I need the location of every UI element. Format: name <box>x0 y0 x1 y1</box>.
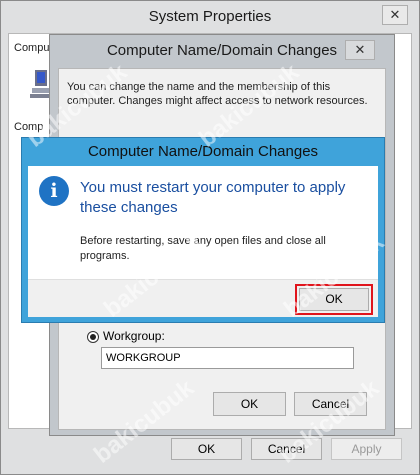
name-change-description: You can change the name and the membersh… <box>67 81 368 107</box>
workgroup-input[interactable]: WORKGROUP <box>101 347 354 369</box>
restart-dialog-message: Before restarting, save any open files a… <box>80 235 326 262</box>
system-apply-button: Apply <box>331 438 402 460</box>
system-properties-close-button[interactable]: ✕ <box>382 5 408 25</box>
workgroup-label: Workgroup: <box>103 329 165 343</box>
computer-text-partial: Comp <box>14 121 44 133</box>
system-ok-button[interactable]: OK <box>171 438 242 460</box>
name-change-dialog-close-button[interactable]: ✕ <box>345 40 375 60</box>
restart-dialog-title: Computer Name/Domain Changes <box>87 143 319 160</box>
system-properties-title: System Properties <box>148 8 272 25</box>
name-change-ok-button[interactable]: OK <box>213 392 286 416</box>
ok-button-highlight <box>295 284 373 315</box>
system-cancel-button[interactable]: Cancel <box>251 438 322 460</box>
name-change-cancel-button[interactable]: Cancel <box>294 392 367 416</box>
workgroup-radio-selected-dot <box>90 334 96 340</box>
tab-text-partial: Compu <box>14 42 50 54</box>
restart-dialog-heading: You must restart your computer to apply … <box>80 179 346 216</box>
name-change-dialog-title: Computer Name/Domain Changes <box>106 42 338 59</box>
info-icon: i <box>39 176 69 206</box>
